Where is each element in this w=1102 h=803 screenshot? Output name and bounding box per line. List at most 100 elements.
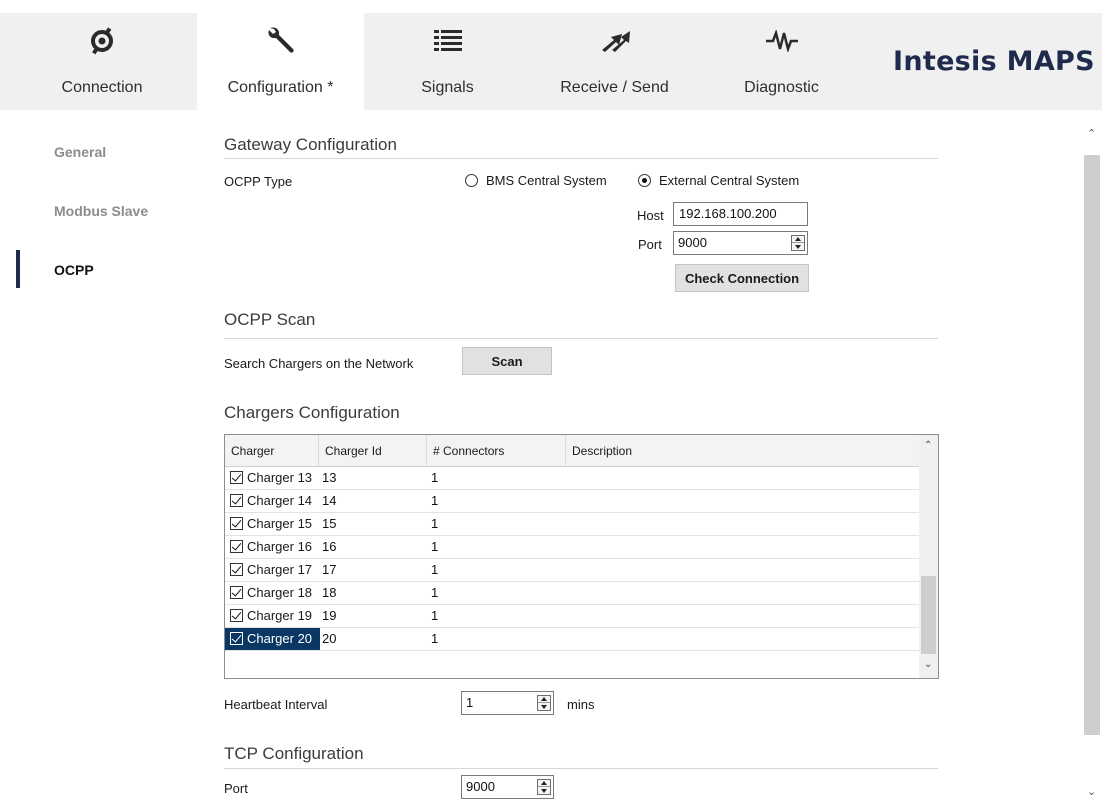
tab-signals-label: Signals — [421, 79, 474, 96]
charger-cell[interactable]: Charger 20 — [225, 628, 320, 650]
search-chargers-label: Search Chargers on the Network — [224, 356, 414, 371]
chevron-down-icon[interactable]: ⌄ — [924, 659, 932, 670]
charger-cell[interactable]: Charger 19 — [225, 605, 320, 627]
charger-checkbox[interactable] — [230, 563, 243, 576]
description-cell[interactable] — [571, 628, 911, 650]
scan-button[interactable]: Scan — [462, 347, 552, 375]
connectors-cell[interactable]: 1 — [431, 536, 438, 558]
chevron-down-icon[interactable]: ⌄ — [1087, 785, 1096, 798]
spin-down-button[interactable] — [538, 787, 550, 794]
charger-id-cell[interactable]: 15 — [322, 513, 336, 535]
transfer-arrows-icon — [598, 23, 632, 59]
spin-down-button[interactable] — [538, 703, 550, 710]
nav-item-modbus-slave[interactable]: Modbus Slave — [54, 203, 148, 219]
nav-item-general[interactable]: General — [54, 144, 106, 160]
charger-id-cell[interactable]: 13 — [322, 467, 336, 489]
col-header-charger-id[interactable]: Charger Id — [319, 435, 427, 467]
bms-central-radio[interactable] — [465, 174, 478, 187]
main-scrollbar-thumb[interactable] — [1084, 155, 1100, 735]
description-cell[interactable] — [571, 490, 911, 512]
table-row[interactable]: Charger 14 14 1 — [225, 490, 919, 513]
description-cell[interactable] — [571, 559, 911, 581]
charger-cell[interactable]: Charger 18 — [225, 582, 320, 604]
tcp-port-value: 9000 — [466, 779, 495, 794]
charger-id-cell[interactable]: 20 — [322, 628, 336, 650]
tab-configuration-label: Configuration * — [227, 79, 334, 96]
section-divider — [224, 158, 938, 159]
charger-id-cell[interactable]: 17 — [322, 559, 336, 581]
heartbeat-unit: mins — [567, 697, 595, 712]
tcp-port-stepper[interactable]: 9000 — [461, 775, 554, 799]
tab-connection[interactable]: Connection — [7, 13, 197, 110]
description-cell[interactable] — [571, 605, 911, 627]
spin-buttons — [791, 235, 805, 251]
charger-checkbox[interactable] — [230, 586, 243, 599]
bms-central-label[interactable]: BMS Central System — [486, 173, 607, 188]
tab-diagnostic[interactable]: Diagnostic — [698, 13, 865, 110]
main-scrollbar[interactable]: ⌃ ⌄ — [1083, 125, 1101, 803]
check-connection-button[interactable]: Check Connection — [675, 264, 809, 292]
tab-signals[interactable]: Signals — [364, 13, 531, 110]
heartbeat-stepper[interactable]: 1 — [461, 691, 554, 715]
charger-id-cell[interactable]: 16 — [322, 536, 336, 558]
gateway-port-stepper[interactable]: 9000 — [673, 231, 808, 255]
grid-header: Charger Charger Id # Connectors Descript… — [225, 435, 919, 467]
charger-checkbox[interactable] — [230, 494, 243, 507]
external-central-radio[interactable] — [638, 174, 651, 187]
spin-up-button[interactable] — [538, 780, 550, 787]
charger-checkbox[interactable] — [230, 517, 243, 530]
description-cell[interactable] — [571, 536, 911, 558]
charger-id-cell[interactable]: 18 — [322, 582, 336, 604]
nav-item-ocpp[interactable]: OCPP — [54, 262, 94, 278]
charger-checkbox[interactable] — [230, 471, 243, 484]
table-row[interactable]: Charger 19 19 1 — [225, 605, 919, 628]
tab-connection-label: Connection — [61, 79, 143, 96]
connectors-cell[interactable]: 1 — [431, 467, 438, 489]
charger-checkbox[interactable] — [230, 609, 243, 622]
table-row[interactable]: Charger 13 13 1 — [225, 467, 919, 490]
host-input[interactable]: 192.168.100.200 — [673, 202, 808, 226]
charger-id-cell[interactable]: 19 — [322, 605, 336, 627]
ocpp-type-label: OCPP Type — [224, 174, 293, 189]
table-row[interactable]: Charger 17 17 1 — [225, 559, 919, 582]
charger-cell[interactable]: Charger 15 — [225, 513, 320, 535]
tab-receive-send[interactable]: Receive / Send — [531, 13, 698, 110]
chargers-config-title: Chargers Configuration — [224, 403, 400, 422]
charger-cell[interactable]: Charger 17 — [225, 559, 320, 581]
charger-checkbox[interactable] — [230, 540, 243, 553]
col-header-charger[interactable]: Charger — [225, 435, 319, 467]
chevron-up-icon[interactable]: ⌃ — [1087, 127, 1096, 140]
connectors-cell[interactable]: 1 — [431, 582, 438, 604]
description-cell[interactable] — [571, 513, 911, 535]
spin-up-button[interactable] — [538, 696, 550, 703]
external-central-label[interactable]: External Central System — [659, 173, 799, 188]
charger-cell[interactable]: Charger 16 — [225, 536, 320, 558]
charger-id-cell[interactable]: 14 — [322, 490, 336, 512]
tab-receive-send-label: Receive / Send — [560, 79, 669, 96]
col-header-description[interactable]: Description — [566, 435, 919, 467]
connectors-cell[interactable]: 1 — [431, 605, 438, 627]
spin-up-button[interactable] — [792, 236, 804, 243]
connectors-cell[interactable]: 1 — [431, 490, 438, 512]
col-header-connectors[interactable]: # Connectors — [427, 435, 566, 467]
table-row[interactable]: Charger 18 18 1 — [225, 582, 919, 605]
spin-buttons — [537, 695, 551, 711]
description-cell[interactable] — [571, 582, 911, 604]
connectors-cell[interactable]: 1 — [431, 559, 438, 581]
table-row[interactable]: Charger 15 15 1 — [225, 513, 919, 536]
connectors-cell[interactable]: 1 — [431, 628, 438, 650]
description-cell[interactable] — [571, 467, 911, 489]
spin-down-button[interactable] — [792, 243, 804, 250]
table-row[interactable]: Charger 16 16 1 — [225, 536, 919, 559]
tab-configuration[interactable]: Configuration * — [197, 13, 364, 110]
heartbeat-value: 1 — [466, 695, 474, 710]
grid-scrollbar-thumb[interactable] — [921, 576, 936, 654]
connectors-cell[interactable]: 1 — [431, 513, 438, 535]
table-row[interactable]: Charger 20 20 1 — [225, 628, 919, 651]
charger-cell[interactable]: Charger 13 — [225, 467, 320, 489]
chevron-up-icon[interactable]: ⌃ — [924, 440, 932, 451]
charger-checkbox[interactable] — [230, 632, 243, 645]
brand-logo: Intesis MAPS — [893, 46, 1095, 77]
charger-cell[interactable]: Charger 14 — [225, 490, 320, 512]
grid-scrollbar[interactable]: ⌃ ⌄ — [919, 435, 938, 678]
